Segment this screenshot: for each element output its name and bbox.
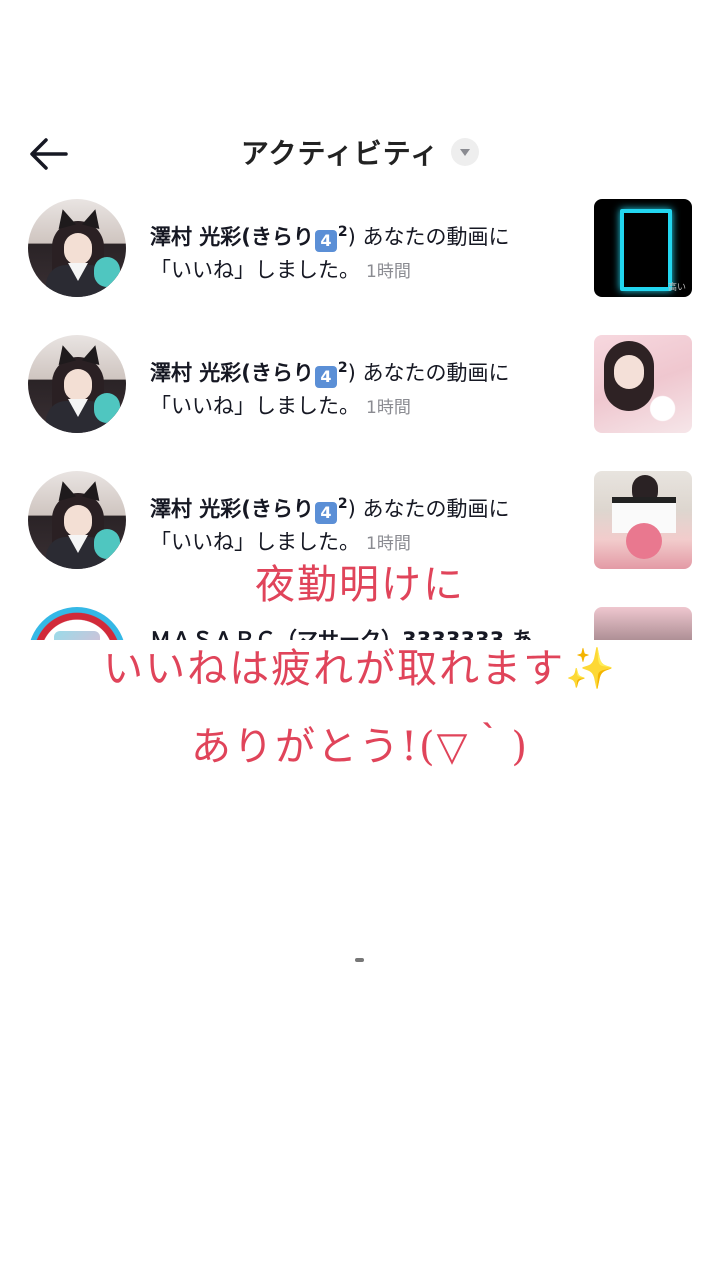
activity-text: 澤村 光彩(きらり 4 2) あなたの動画に 「いいね」しました。 1時間 [150,216,570,289]
activity-text: 澤村 光彩(きらり 4 2) あなたの動画に 「いいね」しました。 1時間 [150,352,570,425]
caption-line-2-text: いいねは疲れが取れます [103,646,566,692]
superscript: 2 [337,360,348,376]
activity-time: 1時間 [366,262,411,282]
activity-action: ) あなたの動画に [347,497,510,521]
keycap-badge: 4 [314,230,337,252]
activity-row[interactable]: 澤村 光彩(きらり 4 2) あなたの動画に 「いいね」しました。 1時間 [0,332,720,468]
keycap-badge: 4 [314,366,337,388]
title-dropdown[interactable]: アクティビティ [0,132,720,172]
activity-text: 澤村 光彩(きらり 4 2) あなたの動画に 「いいね」しました。 1時間 [150,488,570,561]
activity-action-cont: 「いいね」しました。 [150,258,360,282]
header: アクティビティ [0,120,720,190]
caret-down-icon[interactable] [451,138,480,166]
superscript: 2 [337,224,348,240]
activity-time: 1時間 [366,534,411,554]
activity-action: ) あなたの動画に [347,361,510,385]
sparkles-icon: ✨ [565,646,617,692]
user-avatar[interactable] [28,199,126,297]
thumbnail-caption: 高い [667,283,686,293]
user-avatar[interactable] [28,335,126,433]
caption-line-2: いいねは疲れが取れます✨ [0,636,720,694]
activity-action-cont: 「いいね」しました。 [150,530,360,554]
username-link[interactable]: 澤村 光彩(きらり [150,361,314,385]
activity-action-cont: 「いいね」しました。 [150,394,360,418]
loading-indicator [355,958,364,962]
page-title: アクティビティ [240,137,440,170]
activity-time: 1時間 [366,398,411,418]
username-link[interactable]: 澤村 光彩(きらり [150,225,314,249]
video-thumbnail[interactable] [594,335,692,433]
activity-action: ) あなたの動画に [347,225,510,249]
caption-line-3: ありがとう!(▽｀) [190,724,530,770]
keycap-badge: 4 [314,502,337,524]
superscript: 2 [337,496,348,512]
activity-row[interactable]: 澤村 光彩(きらり 4 2) あなたの動画に 「いいね」しました。 1時間 高い [0,196,720,332]
username-link[interactable]: 澤村 光彩(きらり [150,497,314,521]
caption-line-1: 夜勤明けに [255,562,465,608]
video-thumbnail[interactable]: 高い [594,199,692,297]
